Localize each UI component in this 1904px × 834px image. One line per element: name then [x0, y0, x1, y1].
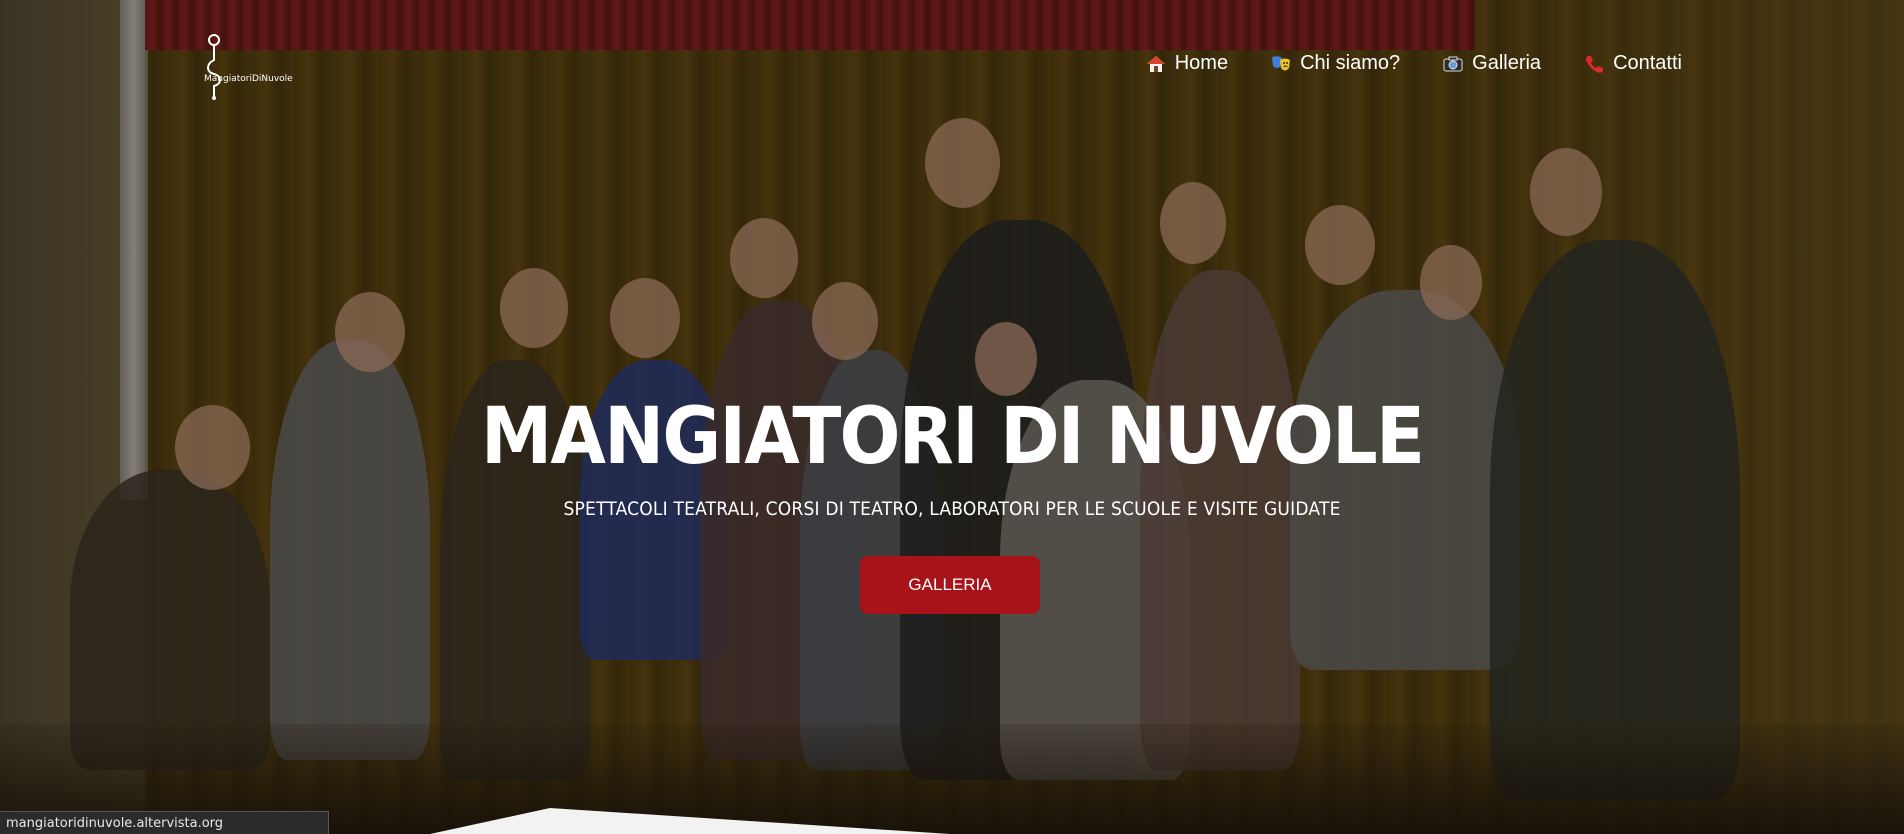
- photo-person-head: [1530, 148, 1602, 236]
- hero-subtitle: SPETTACOLI TEATRALI, CORSI DI TEATRO, LA…: [563, 498, 1341, 520]
- photo-person-head: [335, 292, 405, 372]
- logo-text: MangiatoriDiNuvole: [204, 74, 293, 84]
- section-divider-shape: [430, 808, 550, 834]
- photo-person-head: [812, 282, 878, 360]
- nav-item-label: Chi siamo?: [1300, 52, 1401, 74]
- photo-person-head: [925, 118, 1000, 208]
- logo-treble-clef-icon: [207, 34, 221, 100]
- browser-status-bar: mangiatoridinuvole.altervista.org: [0, 811, 329, 834]
- photo-person: [1490, 240, 1740, 800]
- photo-person-head: [610, 278, 680, 358]
- photo-person-head: [730, 218, 798, 298]
- nav-item-contatti[interactable]: Contatti: [1583, 52, 1682, 75]
- hero-section: MangiatoriDiNuvole Home Chi siamo? Galle…: [0, 0, 1904, 834]
- nav-item-label: Contatti: [1613, 52, 1682, 74]
- photo-person-head: [1160, 182, 1226, 264]
- telephone-icon: [1586, 55, 1604, 73]
- status-bar-url: mangiatoridinuvole.altervista.org: [6, 815, 224, 831]
- theater-masks-icon: [1272, 55, 1291, 70]
- main-nav: Home Chi siamo? Galleria Contatti: [1103, 52, 1682, 75]
- photo-person-head: [1420, 245, 1482, 320]
- nav-item-galleria[interactable]: Galleria: [1442, 52, 1541, 75]
- photo-person-head: [1305, 205, 1375, 285]
- house-icon: [1146, 55, 1165, 72]
- page-title: MANGIATORI DI NUVOLE: [480, 392, 1425, 482]
- photo-person-head: [500, 268, 568, 348]
- nav-item-label: Galleria: [1472, 52, 1542, 74]
- galleria-button[interactable]: GALLERIA: [860, 556, 1040, 614]
- camera-icon: [1443, 56, 1463, 71]
- site-logo[interactable]: MangiatoriDiNuvole: [196, 30, 293, 102]
- photo-person-head: [975, 322, 1037, 396]
- nav-item-label: Home: [1174, 52, 1229, 74]
- nav-item-home[interactable]: Home: [1145, 52, 1228, 75]
- photo-person: [1140, 270, 1300, 770]
- nav-item-chi-siamo[interactable]: Chi siamo?: [1270, 52, 1400, 75]
